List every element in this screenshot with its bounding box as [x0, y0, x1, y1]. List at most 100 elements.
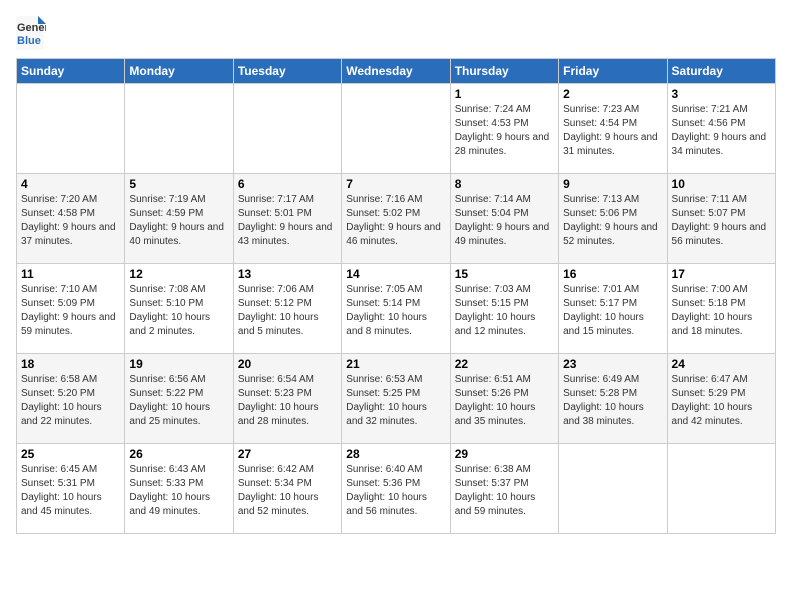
day-number: 27	[238, 447, 337, 461]
day-number: 7	[346, 177, 445, 191]
calendar-cell: 11Sunrise: 7:10 AMSunset: 5:09 PMDayligh…	[17, 264, 125, 354]
calendar-cell: 16 Sunrise: 7:01 AMSunset: 5:17 PMDayligh…	[559, 264, 667, 354]
calendar-cell: 3Sunrise: 7:21 AMSunset: 4:56 PMDaylight…	[667, 84, 775, 174]
day-info: Sunrise: 6:38 AMSunset: 5:37 PMDaylight:…	[455, 463, 554, 519]
day-number: 5	[129, 177, 228, 191]
calendar-cell	[125, 84, 233, 174]
day-info: Sunrise: 7:20 AMSunset: 4:58 PMDaylight:…	[21, 193, 120, 249]
calendar-cell: 15 Sunrise: 7:03 AMSunset: 5:15 PMDayligh…	[450, 264, 558, 354]
logo: General Blue	[16, 16, 46, 50]
day-number: 23	[563, 357, 662, 371]
day-info: Sunrise: 6:40 AMSunset: 5:36 PMDaylight:…	[346, 463, 445, 519]
week-row-2: 4 Sunrise: 7:20 AMSunset: 4:58 PMDaylight…	[17, 174, 776, 264]
day-info: Sunrise: 6:43 AMSunset: 5:33 PMDaylight:…	[129, 463, 228, 519]
day-number: 6	[238, 177, 337, 191]
day-info: Sunrise: 7:03 AMSunset: 5:15 PMDaylight:…	[455, 283, 554, 339]
day-number: 3	[672, 87, 771, 101]
week-row-5: 25 Sunrise: 6:45 AMSunset: 5:31 PMDayligh…	[17, 444, 776, 534]
calendar-cell: 20Sunrise: 6:54 AMSunset: 5:23 PMDayligh…	[233, 354, 341, 444]
calendar-cell	[559, 444, 667, 534]
day-number: 17	[672, 267, 771, 281]
day-info: Sunrise: 7:11 AMSunset: 5:07 PMDaylight:…	[672, 193, 771, 249]
day-number: 14	[346, 267, 445, 281]
header-sunday: Sunday	[17, 59, 125, 84]
day-info: Sunrise: 6:42 AMSunset: 5:34 PMDaylight:…	[238, 463, 337, 519]
week-row-1: 1 Sunrise: 7:24 AMSunset: 4:53 PMDaylight…	[17, 84, 776, 174]
day-info: Sunrise: 7:13 AMSunset: 5:06 PMDaylight:…	[563, 193, 662, 249]
calendar-cell: 28 Sunrise: 6:40 AMSunset: 5:36 PMDayligh…	[342, 444, 450, 534]
day-number: 1	[455, 87, 554, 101]
day-number: 16	[563, 267, 662, 281]
calendar-cell: 7 Sunrise: 7:16 AMSunset: 5:02 PMDaylight…	[342, 174, 450, 264]
day-info: Sunrise: 7:08 AMSunset: 5:10 PMDaylight:…	[129, 283, 228, 339]
day-number: 8	[455, 177, 554, 191]
calendar-table: SundayMondayTuesdayWednesdayThursdayFrid…	[16, 58, 776, 534]
week-row-3: 11Sunrise: 7:10 AMSunset: 5:09 PMDayligh…	[17, 264, 776, 354]
calendar-cell: 17 Sunrise: 7:00 AMSunset: 5:18 PMDayligh…	[667, 264, 775, 354]
week-row-4: 18Sunrise: 6:58 AMSunset: 5:20 PMDayligh…	[17, 354, 776, 444]
day-info: Sunrise: 7:19 AMSunset: 4:59 PMDaylight:…	[129, 193, 228, 249]
calendar-cell: 5 Sunrise: 7:19 AMSunset: 4:59 PMDaylight…	[125, 174, 233, 264]
day-number: 29	[455, 447, 554, 461]
day-number: 24	[672, 357, 771, 371]
header-tuesday: Tuesday	[233, 59, 341, 84]
calendar-cell: 13 Sunrise: 7:06 AMSunset: 5:12 PMDayligh…	[233, 264, 341, 354]
day-info: Sunrise: 6:53 AMSunset: 5:25 PMDaylight:…	[346, 373, 445, 429]
calendar-cell: 2 Sunrise: 7:23 AMSunset: 4:54 PMDaylight…	[559, 84, 667, 174]
calendar-cell: 22 Sunrise: 6:51 AMSunset: 5:26 PMDayligh…	[450, 354, 558, 444]
calendar-cell: 24 Sunrise: 6:47 AMSunset: 5:29 PMDayligh…	[667, 354, 775, 444]
calendar-cell: 27 Sunrise: 6:42 AMSunset: 5:34 PMDayligh…	[233, 444, 341, 534]
calendar-cell: 8 Sunrise: 7:14 AMSunset: 5:04 PMDaylight…	[450, 174, 558, 264]
day-info: Sunrise: 7:14 AMSunset: 5:04 PMDaylight:…	[455, 193, 554, 249]
calendar-cell: 4 Sunrise: 7:20 AMSunset: 4:58 PMDaylight…	[17, 174, 125, 264]
day-info: Sunrise: 6:49 AMSunset: 5:28 PMDaylight:…	[563, 373, 662, 429]
header-monday: Monday	[125, 59, 233, 84]
calendar-cell: 21 Sunrise: 6:53 AMSunset: 5:25 PMDayligh…	[342, 354, 450, 444]
calendar-cell: 9 Sunrise: 7:13 AMSunset: 5:06 PMDaylight…	[559, 174, 667, 264]
day-number: 12	[129, 267, 228, 281]
calendar-cell: 18Sunrise: 6:58 AMSunset: 5:20 PMDayligh…	[17, 354, 125, 444]
day-number: 28	[346, 447, 445, 461]
day-number: 10	[672, 177, 771, 191]
day-info: Sunrise: 7:24 AMSunset: 4:53 PMDaylight:…	[455, 103, 554, 159]
day-info: Sunrise: 7:01 AMSunset: 5:17 PMDaylight:…	[563, 283, 662, 339]
day-info: Sunrise: 6:51 AMSunset: 5:26 PMDaylight:…	[455, 373, 554, 429]
page-header: General Blue	[16, 16, 776, 50]
calendar-cell: 29 Sunrise: 6:38 AMSunset: 5:37 PMDayligh…	[450, 444, 558, 534]
calendar-cell	[667, 444, 775, 534]
day-number: 15	[455, 267, 554, 281]
day-number: 11	[21, 267, 120, 281]
calendar-cell: 25 Sunrise: 6:45 AMSunset: 5:31 PMDayligh…	[17, 444, 125, 534]
day-info: Sunrise: 7:16 AMSunset: 5:02 PMDaylight:…	[346, 193, 445, 249]
calendar-cell	[233, 84, 341, 174]
calendar-cell	[342, 84, 450, 174]
day-number: 2	[563, 87, 662, 101]
day-number: 25	[21, 447, 120, 461]
day-number: 22	[455, 357, 554, 371]
day-number: 21	[346, 357, 445, 371]
calendar-cell: 26 Sunrise: 6:43 AMSunset: 5:33 PMDayligh…	[125, 444, 233, 534]
day-number: 26	[129, 447, 228, 461]
header-wednesday: Wednesday	[342, 59, 450, 84]
day-number: 9	[563, 177, 662, 191]
day-info: Sunrise: 7:05 AMSunset: 5:14 PMDaylight:…	[346, 283, 445, 339]
calendar-cell: 14 Sunrise: 7:05 AMSunset: 5:14 PMDayligh…	[342, 264, 450, 354]
day-number: 13	[238, 267, 337, 281]
day-number: 4	[21, 177, 120, 191]
calendar-cell: 1 Sunrise: 7:24 AMSunset: 4:53 PMDaylight…	[450, 84, 558, 174]
calendar-cell	[17, 84, 125, 174]
calendar-cell: 10 Sunrise: 7:11 AMSunset: 5:07 PMDayligh…	[667, 174, 775, 264]
day-info: Sunrise: 7:06 AMSunset: 5:12 PMDaylight:…	[238, 283, 337, 339]
calendar-header-row: SundayMondayTuesdayWednesdayThursdayFrid…	[17, 59, 776, 84]
logo-svg: General Blue	[16, 16, 46, 50]
calendar-cell: 12 Sunrise: 7:08 AMSunset: 5:10 PMDayligh…	[125, 264, 233, 354]
day-number: 18	[21, 357, 120, 371]
day-info: Sunrise: 6:47 AMSunset: 5:29 PMDaylight:…	[672, 373, 771, 429]
header-thursday: Thursday	[450, 59, 558, 84]
day-info: Sunrise: 7:23 AMSunset: 4:54 PMDaylight:…	[563, 103, 662, 159]
calendar-cell: 23 Sunrise: 6:49 AMSunset: 5:28 PMDayligh…	[559, 354, 667, 444]
day-info: Sunrise: 6:45 AMSunset: 5:31 PMDaylight:…	[21, 463, 120, 519]
header-friday: Friday	[559, 59, 667, 84]
header-saturday: Saturday	[667, 59, 775, 84]
day-info: Sunrise: 7:00 AMSunset: 5:18 PMDaylight:…	[672, 283, 771, 339]
